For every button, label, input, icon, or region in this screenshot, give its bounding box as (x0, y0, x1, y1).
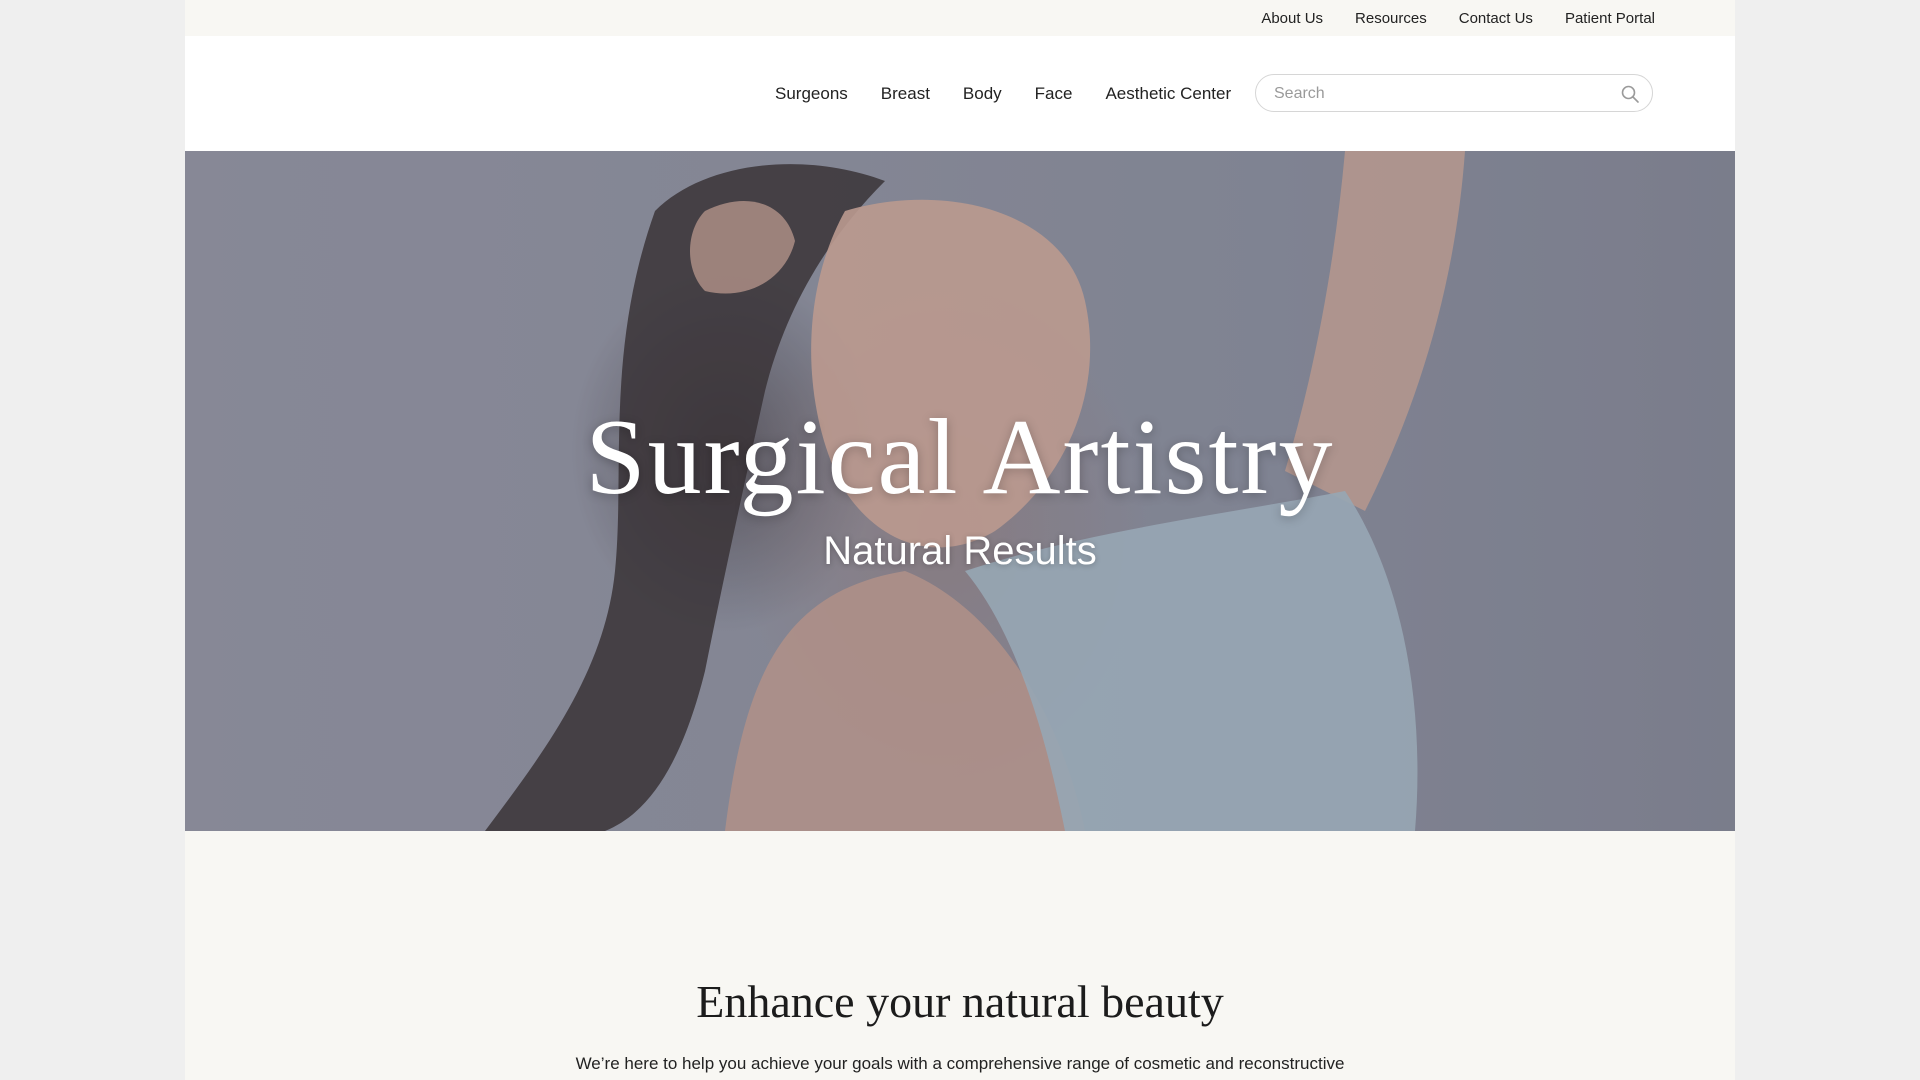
hero-banner: Surgical Artistry Natural Results (185, 151, 1735, 831)
hero-subtitle: Natural Results (823, 529, 1097, 573)
page: About Us Resources Contact Us Patient Po… (185, 0, 1735, 1080)
intro-title: Enhance your natural beauty (696, 976, 1224, 1027)
search-input[interactable] (1272, 75, 1606, 113)
utility-link-contact-us[interactable]: Contact Us (1459, 10, 1533, 27)
utility-link-about-us[interactable]: About Us (1261, 10, 1323, 27)
nav-item-face[interactable]: Face (1035, 84, 1073, 104)
utility-link-patient-portal[interactable]: Patient Portal (1565, 10, 1655, 27)
search-box (1255, 74, 1653, 113)
site-header: Surgeons Breast Body Face Aesthetic Cent… (185, 36, 1735, 151)
intro-text: We’re here to help you achieve your goal… (575, 1054, 1345, 1073)
utility-nav: About Us Resources Contact Us Patient Po… (1261, 0, 1655, 36)
main-nav: Surgeons Breast Body Face Aesthetic Cent… (775, 36, 1231, 151)
utility-bar: About Us Resources Contact Us Patient Po… (185, 0, 1735, 36)
nav-item-surgeons[interactable]: Surgeons (775, 84, 848, 104)
nav-item-body[interactable]: Body (963, 84, 1002, 104)
hero-title: Surgical Artistry (585, 398, 1335, 517)
nav-item-aesthetic-center[interactable]: Aesthetic Center (1105, 84, 1231, 104)
utility-link-resources[interactable]: Resources (1355, 10, 1427, 27)
search-icon[interactable] (1620, 84, 1640, 104)
nav-item-breast[interactable]: Breast (881, 84, 930, 104)
